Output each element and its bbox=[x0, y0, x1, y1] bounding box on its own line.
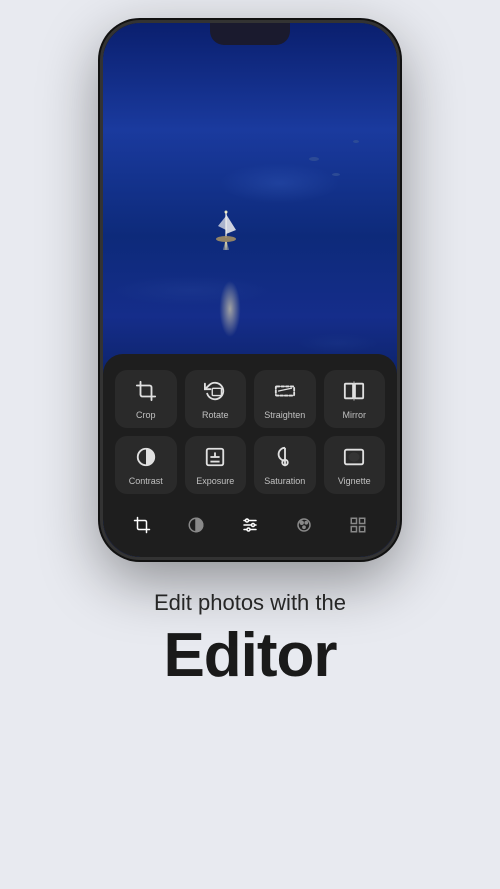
main-content: Edit photos with the Editor bbox=[134, 590, 366, 691]
distant-boat-2 bbox=[332, 173, 340, 176]
exposure-icon bbox=[204, 446, 226, 471]
straighten-icon bbox=[274, 380, 296, 405]
straighten-label: Straighten bbox=[264, 410, 305, 420]
rotate-tool[interactable]: Rotate bbox=[185, 370, 247, 428]
phone-screen: Crop Rotate bbox=[103, 23, 397, 557]
editor-panel: Crop Rotate bbox=[103, 354, 397, 557]
main-title: Editor bbox=[154, 620, 346, 691]
bottom-crop-icon[interactable] bbox=[129, 512, 155, 543]
phone-frame: Crop Rotate bbox=[100, 20, 400, 560]
vignette-label: Vignette bbox=[338, 476, 371, 486]
bottom-filter-icon[interactable] bbox=[183, 512, 209, 543]
rotate-icon bbox=[204, 380, 226, 405]
contrast-label: Contrast bbox=[129, 476, 163, 486]
contrast-icon bbox=[135, 446, 157, 471]
crop-icon bbox=[135, 380, 157, 405]
rotate-label: Rotate bbox=[202, 410, 229, 420]
exposure-tool[interactable]: Exposure bbox=[185, 436, 247, 494]
mirror-label: Mirror bbox=[343, 410, 367, 420]
phone-mockup: Crop Rotate bbox=[100, 20, 400, 560]
contrast-tool[interactable]: Contrast bbox=[115, 436, 177, 494]
sailboat bbox=[214, 210, 238, 250]
ocean-image: Crop Rotate bbox=[103, 23, 397, 557]
phone-notch bbox=[210, 23, 290, 45]
distant-boat-3 bbox=[353, 140, 359, 143]
saturation-icon bbox=[274, 446, 296, 471]
saturation-label: Saturation bbox=[264, 476, 305, 486]
mirror-tool[interactable]: Mirror bbox=[324, 370, 386, 428]
vignette-tool[interactable]: Vignette bbox=[324, 436, 386, 494]
editor-bottom-bar bbox=[115, 506, 385, 545]
exposure-label: Exposure bbox=[196, 476, 234, 486]
bottom-adjust-icon[interactable] bbox=[237, 512, 263, 543]
bottom-paint-icon[interactable] bbox=[291, 512, 317, 543]
distant-boat-1 bbox=[309, 157, 319, 161]
saturation-tool[interactable]: Saturation bbox=[254, 436, 316, 494]
vignette-icon bbox=[343, 446, 365, 471]
straighten-tool[interactable]: Straighten bbox=[254, 370, 316, 428]
crop-label: Crop bbox=[136, 410, 156, 420]
mirror-icon bbox=[343, 380, 365, 405]
tools-grid: Crop Rotate bbox=[115, 370, 385, 494]
bottom-grid-icon[interactable] bbox=[345, 512, 371, 543]
crop-tool[interactable]: Crop bbox=[115, 370, 177, 428]
subtitle: Edit photos with the bbox=[154, 590, 346, 616]
light-reflection bbox=[215, 279, 245, 339]
